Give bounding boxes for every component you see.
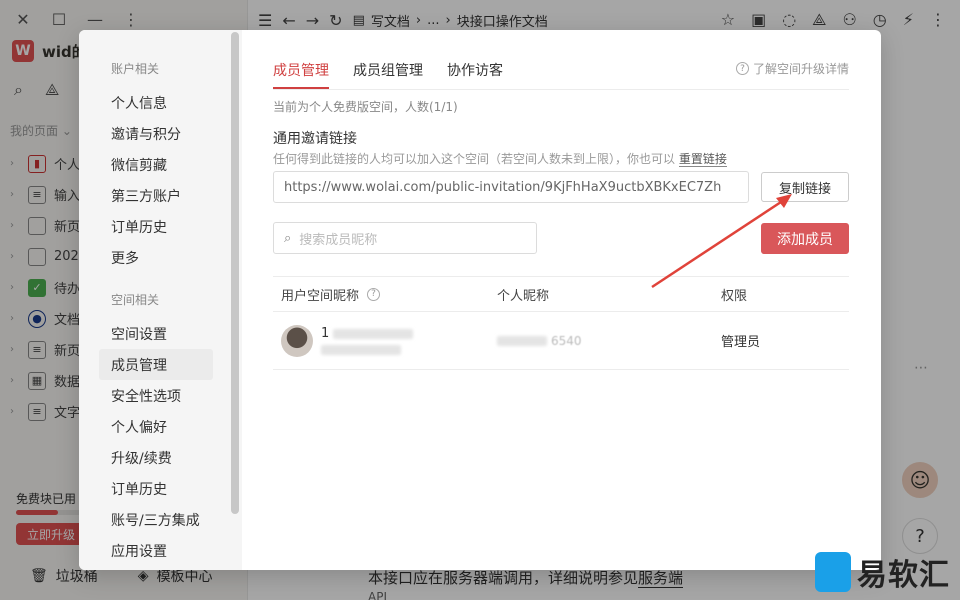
tab-member-groups[interactable]: 成员组管理 <box>353 60 423 89</box>
tab-members[interactable]: 成员管理 <box>273 60 329 89</box>
nav-item-order-history[interactable]: 订单历史 <box>79 211 242 242</box>
nav-item-wechat-clip[interactable]: 微信剪藏 <box>79 149 242 180</box>
invite-title: 通用邀请链接 <box>273 131 357 147</box>
add-member-button[interactable]: 添加成员 <box>761 223 849 254</box>
header-label: 用户空间昵称 <box>281 288 360 304</box>
nav-item-security[interactable]: 安全性选项 <box>79 380 242 411</box>
member-personal-nick: 6540 <box>551 333 582 348</box>
cell-space-nick: 1 <box>273 324 497 357</box>
cell-personal-nick: 6540 <box>497 334 721 348</box>
table-header: 用户空间昵称 ? 个人昵称 权限 <box>273 276 849 312</box>
nav-item-space-orders[interactable]: 订单历史 <box>79 473 242 504</box>
invite-link-field[interactable]: https://www.wolai.com/public-invitation/… <box>273 171 749 203</box>
header-role: 权限 <box>721 288 748 304</box>
plan-note: 当前为个人免费版空间，人数(1/1) <box>273 100 458 114</box>
tab-guests[interactable]: 协作访客 <box>447 60 503 89</box>
nav-item-preferences[interactable]: 个人偏好 <box>79 411 242 442</box>
space-section-title: 空间相关 <box>111 293 160 307</box>
invite-desc-text: 任何得到此链接的人均可以加入这个空间（若空间人数未到上限），你也可以 <box>273 152 676 166</box>
member-name-blurred: 1 <box>321 326 414 355</box>
header-personal-nick: 个人昵称 <box>497 288 550 304</box>
help-icon: ? <box>735 62 749 75</box>
nav-item-third-party[interactable]: 第三方账户 <box>79 180 242 211</box>
nav-item-personal-info[interactable]: 个人信息 <box>79 87 242 118</box>
nav-item-members[interactable]: 成员管理 <box>99 349 213 380</box>
invite-description: 任何得到此链接的人均可以加入这个空间（若空间人数未到上限），你也可以 重置链接 <box>273 150 727 167</box>
upgrade-info-link[interactable]: ? 了解空间升级详情 <box>735 60 849 77</box>
search-placeholder: 搜索成员昵称 <box>299 232 378 248</box>
nav-item-more[interactable]: 更多 <box>79 242 242 273</box>
member-space-nick: 1 <box>321 326 330 341</box>
header-space-nick: 用户空间昵称 ? <box>273 285 497 304</box>
settings-nav: 账户相关 个人信息 邀请与积分 微信剪藏 第三方账户 订单历史 更多 空间相关 … <box>79 30 242 570</box>
search-icon: ⌕ <box>284 230 292 246</box>
nav-item-upgrade[interactable]: 升级/续费 <box>79 442 242 473</box>
avatar <box>281 324 313 357</box>
nav-scrollbar[interactable] <box>231 32 239 514</box>
redaction <box>321 345 401 355</box>
nav-item-integrations[interactable]: 账号/三方集成 <box>79 504 242 535</box>
brand-text: 易软汇 <box>857 558 950 593</box>
settings-modal: 账户相关 个人信息 邀请与积分 微信剪藏 第三方账户 订单历史 更多 空间相关 … <box>79 30 881 570</box>
account-section-title: 账户相关 <box>111 62 160 76</box>
nav-item-space-settings[interactable]: 空间设置 <box>79 318 242 349</box>
help-icon[interactable]: ? <box>367 287 381 301</box>
table-row[interactable]: 1 6540 管理员 <box>273 312 849 370</box>
copy-link-button[interactable]: 复制链接 <box>761 172 849 202</box>
nav-item-app-settings[interactable]: 应用设置 <box>79 535 242 566</box>
brand-logo-icon <box>815 552 851 592</box>
members-panel: 成员管理 成员组管理 协作访客 ? 了解空间升级详情 当前为个人免费版空间，人数… <box>273 30 849 570</box>
watermark-brand: 易软汇 <box>815 550 950 594</box>
member-table: 用户空间昵称 ? 个人昵称 权限 1 6540 管理员 <box>273 276 849 370</box>
upgrade-info-label: 了解空间升级详情 <box>752 62 849 76</box>
cell-role: 管理员 <box>721 335 761 350</box>
redaction <box>497 335 547 346</box>
reset-link[interactable]: 重置链接 <box>678 152 727 167</box>
redaction <box>333 328 414 339</box>
member-search[interactable]: ⌕ 搜索成员昵称 <box>273 222 537 254</box>
nav-item-invite-points[interactable]: 邀请与积分 <box>79 118 242 149</box>
